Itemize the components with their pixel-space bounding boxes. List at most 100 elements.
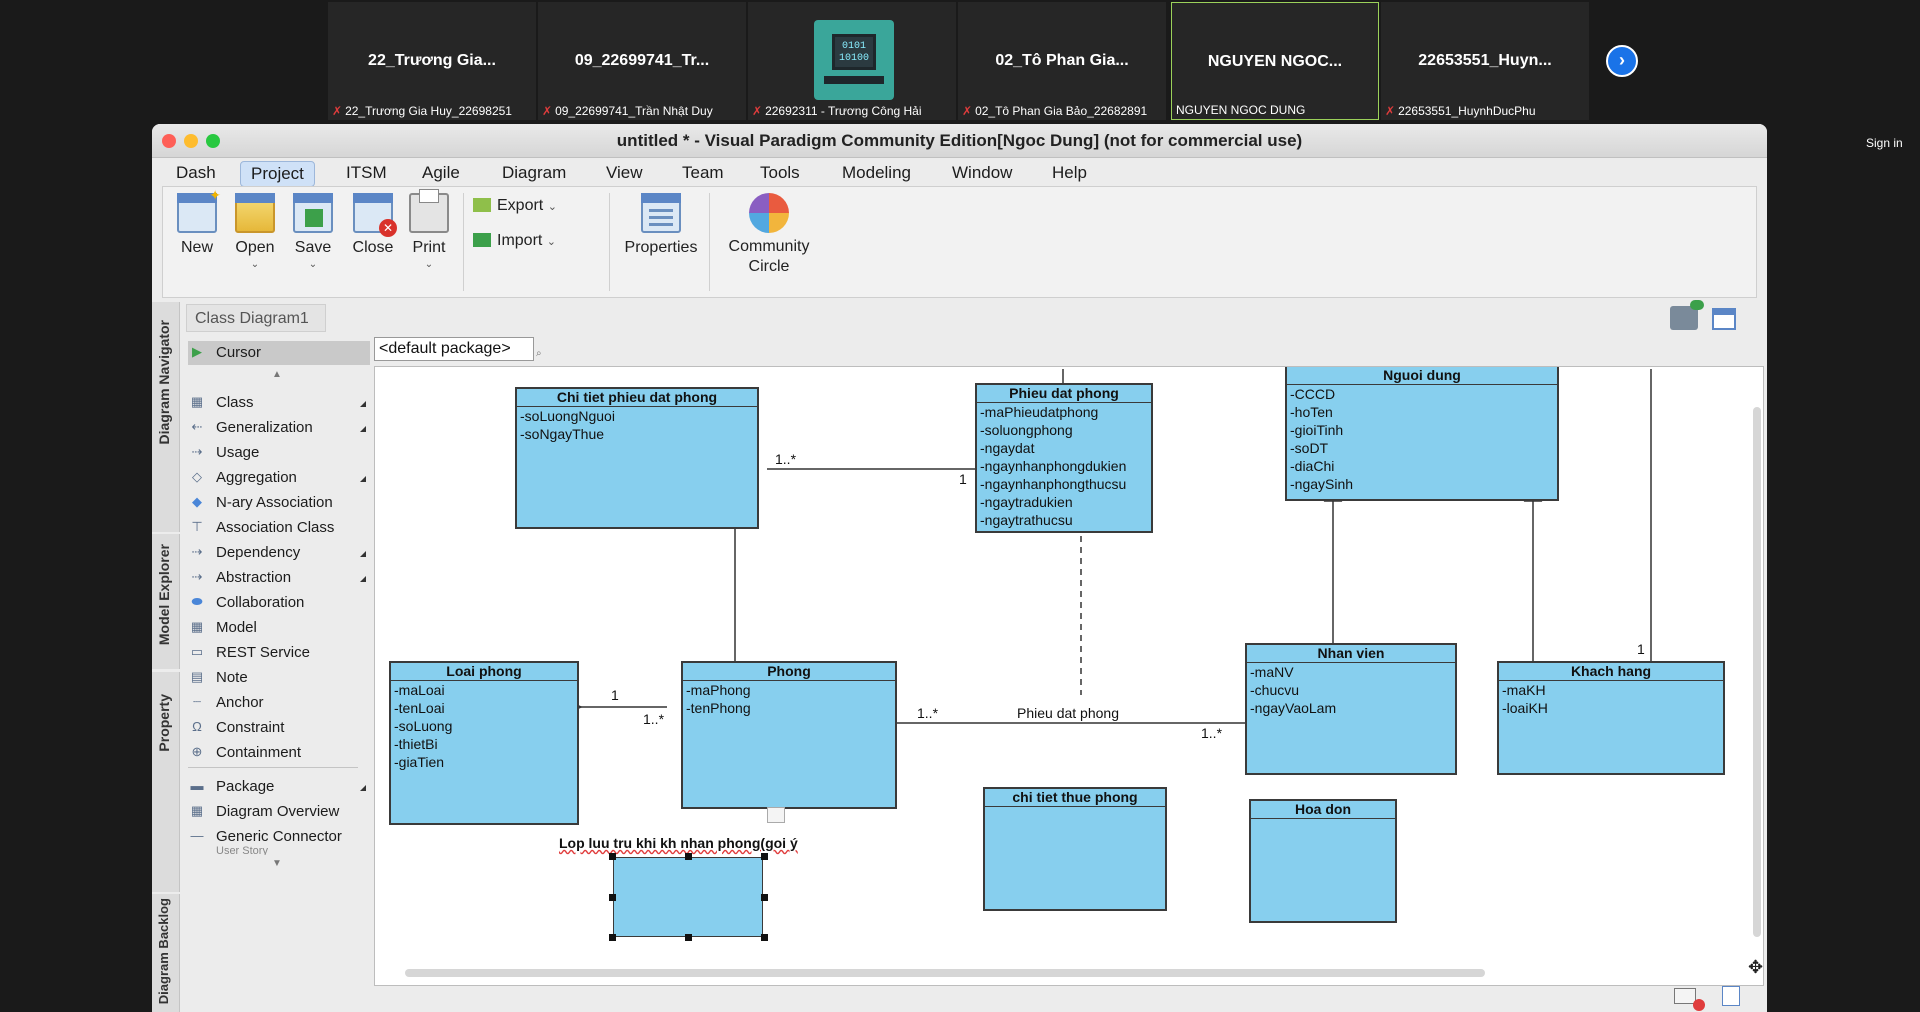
layout-icon[interactable] [1712, 308, 1736, 330]
class-attribute: -ngaytrathucsu [980, 512, 1073, 528]
menu-tools[interactable]: Tools [750, 161, 810, 185]
class-chi-tiet-phieu-dat-phong[interactable]: Chi tiet phieu dat phong -soLuongNguoi -… [515, 387, 759, 529]
palette-model[interactable]: ▦ Model [188, 614, 368, 642]
menu-project[interactable]: Project [240, 161, 315, 187]
participant-tile[interactable]: 22_Trương Gia... ✗ 22_Trương Gia Huy_2269… [328, 2, 536, 120]
palette-generalization[interactable]: ⇠ Generalization [188, 414, 368, 442]
class-loai-phong[interactable]: Loai phong -maLoai -tenLoai -soLuong -th… [389, 661, 579, 825]
resize-handle[interactable] [761, 894, 768, 901]
class-khach-hang[interactable]: Khach hang -maKH -loaiKH [1497, 661, 1725, 775]
class-phieu-dat-phong[interactable]: Phieu dat phong -maPhieudatphong -soluon… [975, 383, 1153, 533]
palette-cursor[interactable]: ▶ Cursor [188, 341, 370, 365]
palette-aggregation[interactable]: ◇ Aggregation [188, 464, 368, 492]
mic-muted-icon: ✗ [752, 104, 763, 118]
save-button[interactable]: Save ⌄ [287, 193, 339, 270]
resize-handle[interactable] [609, 853, 616, 860]
menu-dash[interactable]: Dash [166, 161, 226, 185]
resize-handle[interactable] [609, 894, 616, 901]
palette-abstraction[interactable]: ⇢ Abstraction [188, 564, 368, 592]
participant-footer: ✗ 22_Trương Gia Huy_22698251 [332, 104, 512, 118]
palette-package[interactable]: ▬ Package [188, 773, 368, 801]
menu-modeling[interactable]: Modeling [832, 161, 921, 185]
expand-icon [360, 401, 366, 407]
next-participants-button[interactable]: › [1606, 45, 1638, 77]
menu-team[interactable]: Team [672, 161, 734, 185]
multiplicity: 1..* [775, 451, 797, 467]
horizontal-scrollbar[interactable] [405, 969, 1485, 977]
participant-avatar: 0101 10100 [814, 20, 894, 100]
diagram-canvas[interactable]: Chi tiet phieu dat phong -soLuongNguoi -… [374, 366, 1764, 986]
palette-diagram-overview[interactable]: ▦ Diagram Overview [188, 798, 368, 826]
export-button[interactable]: Export ⌄ [473, 197, 573, 215]
class-phong[interactable]: Phong -maPhong -tenPhong [681, 661, 897, 809]
menu-itsm[interactable]: ITSM [336, 161, 397, 185]
sign-in-link[interactable]: Sign in [1866, 136, 1903, 150]
palette-association-class[interactable]: ⊤ Association Class [188, 514, 368, 542]
palette-anchor[interactable]: ┈ Anchor [188, 689, 368, 717]
diagram-backlog-tab[interactable]: Diagram Backlog [152, 894, 180, 1012]
palette-usage[interactable]: ⇢ Usage [188, 439, 368, 467]
class-name: Phong [683, 663, 895, 681]
participant-tile[interactable]: 0101 10100 ✗ 22692311 - Trương Công Hải [748, 2, 956, 120]
participant-tile[interactable]: 09_22699741_Tr... ✗ 09_22699741_Trần Nhật… [538, 2, 746, 120]
class-attribute: -soLuong [394, 718, 453, 734]
class-attribute: -loaiKH [1502, 700, 1548, 716]
class-attribute: -tenPhong [686, 700, 751, 716]
class-name-editor[interactable]: Lop luu tru khi kh nhan phong(goi ý [559, 835, 798, 851]
class-nguoi-dung[interactable]: Nguoi dung -CCCD -hoTen -gioiTinh -soDT … [1285, 367, 1559, 501]
new-button[interactable]: ✦ New [171, 187, 223, 257]
resize-handle[interactable] [609, 934, 616, 941]
vertical-scrollbar[interactable] [1753, 407, 1761, 937]
generalization-icon: ⇠ [191, 419, 203, 434]
diagram-navigator-tab[interactable]: Diagram Navigator [152, 302, 180, 532]
participant-footer: ✗ 09_22699741_Trần Nhật Duy [542, 104, 713, 118]
breadcrumb[interactable]: Class Diagram1 [186, 304, 326, 332]
scroll-down-icon[interactable]: ▼ [272, 858, 282, 869]
palette-note[interactable]: ▤ Note [188, 664, 368, 692]
community-circle-button[interactable]: Community Circle [719, 193, 819, 277]
palette-containment[interactable]: ⊕ Containment [188, 739, 368, 767]
menu-agile[interactable]: Agile [412, 161, 470, 185]
class-nhan-vien[interactable]: Nhan vien -maNV -chucvu -ngayVaoLam [1245, 643, 1457, 775]
resize-handle[interactable] [685, 853, 692, 860]
menu-window[interactable]: Window [942, 161, 1022, 185]
announcement-icon[interactable] [1670, 300, 1704, 330]
palette-rest-service[interactable]: ▭ REST Service [188, 639, 368, 667]
palette-nary-association[interactable]: ◆ N-ary Association [188, 489, 368, 517]
palette-dependency[interactable]: ⇢ Dependency [188, 539, 368, 567]
property-tab[interactable]: Property [152, 672, 180, 892]
diagram-palette: ▶ Cursor ▲ ▦ Class ⇠ Generalization ⇢ Usage … [182, 341, 370, 1012]
class-new-selected[interactable] [613, 857, 763, 937]
palette-class[interactable]: ▦ Class [188, 389, 368, 417]
search-icon[interactable]: ⌕ [536, 348, 542, 359]
palette-constraint[interactable]: Ω Constraint [188, 714, 368, 742]
scroll-up-icon[interactable]: ▲ [272, 369, 282, 380]
properties-button[interactable]: Properties [619, 193, 703, 257]
class-name: Nguoi dung [1287, 367, 1557, 385]
edit-note-icon[interactable] [1722, 986, 1740, 1006]
participant-tile[interactable]: 02_Tô Phan Gia... ✗ 02_Tô Phan Gia Bảo_22… [958, 2, 1166, 120]
class-hoa-don[interactable]: Hoa don [1249, 799, 1397, 923]
chevron-down-icon: ⌄ [424, 259, 434, 270]
menu-view[interactable]: View [596, 161, 653, 185]
menu-help[interactable]: Help [1042, 161, 1097, 185]
class-chi-tiet-thue-phong[interactable]: chi tiet thue phong [983, 787, 1167, 911]
close-project-button[interactable]: ✕ Close [345, 193, 401, 257]
participant-tile-active[interactable]: NGUYEN NGOC... NGUYEN NGOC DUNG [1171, 2, 1379, 120]
resize-handle[interactable] [685, 934, 692, 941]
resize-handle[interactable] [761, 853, 768, 860]
menu-diagram[interactable]: Diagram [492, 161, 576, 185]
import-button[interactable]: Import ⌄ [473, 232, 573, 250]
notification-mail-icon[interactable] [1674, 988, 1705, 1011]
open-button[interactable]: Open ⌄ [229, 193, 281, 270]
pan-icon[interactable]: ✥ [1748, 957, 1763, 978]
model-explorer-tab[interactable]: Model Explorer [152, 534, 180, 669]
print-button[interactable]: Print ⌄ [403, 189, 455, 270]
package-selector[interactable]: <default package> [374, 337, 534, 361]
participant-tile[interactable]: 22653551_Huyn... ✗ 22653551_HuynhDucPhu [1381, 2, 1589, 120]
palette-user-story[interactable]: User Story [188, 845, 368, 855]
resource-catalog-icon[interactable] [767, 807, 785, 823]
import-icon [473, 233, 491, 247]
resize-handle[interactable] [761, 934, 768, 941]
palette-collaboration[interactable]: ⬬ Collaboration [188, 589, 368, 617]
